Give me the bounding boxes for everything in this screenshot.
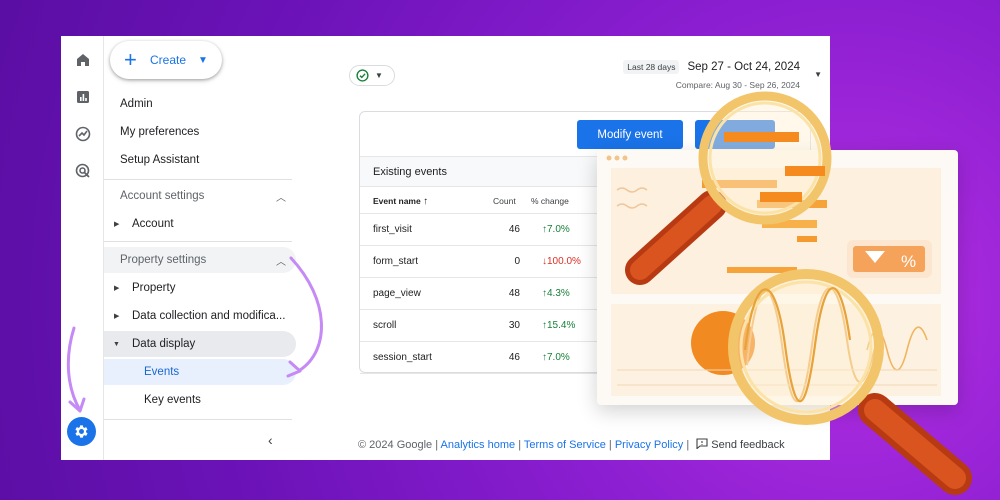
magnifier-icon xyxy=(728,269,972,495)
magnifier-graphics xyxy=(625,91,972,495)
magnifier-icon xyxy=(625,91,832,285)
